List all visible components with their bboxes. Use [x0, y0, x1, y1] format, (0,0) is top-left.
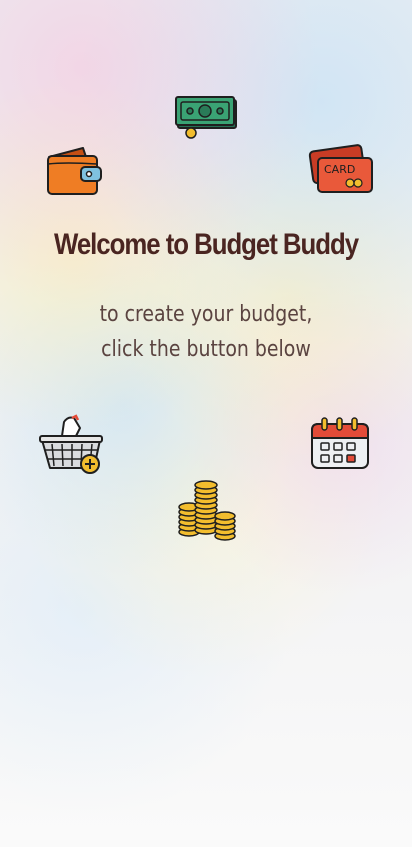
instruction-line-1: to create your budget,	[99, 302, 313, 327]
card-label: CARD	[324, 163, 355, 176]
calendar-icon	[311, 417, 369, 469]
shopping-basket-icon	[39, 414, 103, 474]
page-title: Welcome to Budget Buddy	[53, 228, 359, 261]
instruction-line-2: click the button below	[101, 337, 311, 362]
wallet-icon	[47, 147, 102, 195]
cash-icon	[175, 96, 237, 139]
coins-icon	[178, 480, 236, 541]
credit-card-icon: CARD	[308, 144, 373, 193]
